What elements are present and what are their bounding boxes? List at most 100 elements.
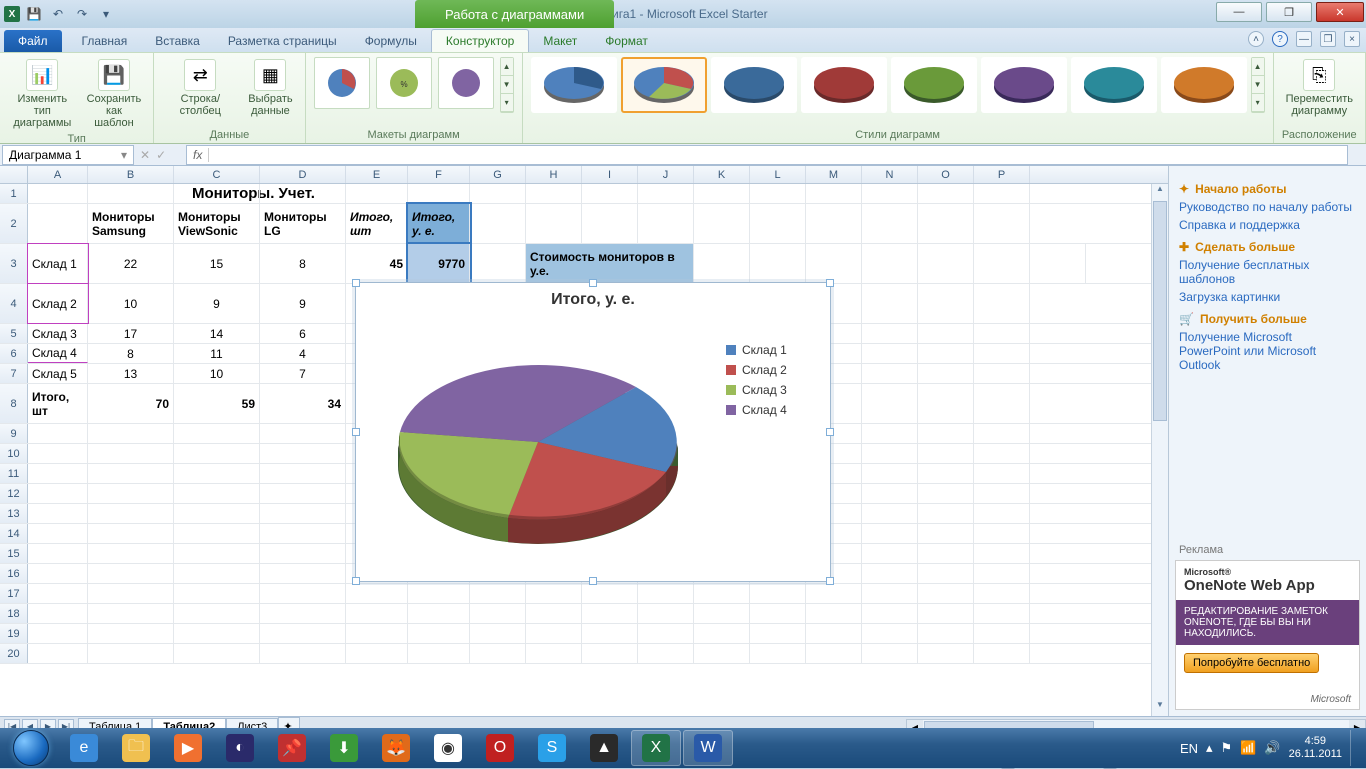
col-C[interactable]: C: [174, 166, 260, 183]
col-N[interactable]: N: [862, 166, 918, 183]
cell[interactable]: 70: [88, 384, 174, 423]
tab-format[interactable]: Формат: [591, 30, 662, 52]
taskbar-explorer[interactable]: 🗀: [111, 730, 161, 766]
taskbar-excel[interactable]: X: [631, 730, 681, 766]
cell[interactable]: 11: [174, 344, 260, 363]
cell[interactable]: 9770: [408, 244, 470, 283]
cell[interactable]: 8: [260, 244, 346, 283]
col-I[interactable]: I: [582, 166, 638, 183]
show-desktop-button[interactable]: [1350, 730, 1358, 766]
row-7[interactable]: 7: [0, 364, 28, 383]
workbook-restore-button[interactable]: ❐: [1320, 31, 1336, 47]
cell-cost-label[interactable]: Стоимость мониторов в у.е.: [526, 244, 694, 283]
tray-lang[interactable]: EN: [1180, 741, 1198, 756]
taskbar-word[interactable]: W: [683, 730, 733, 766]
tray-network-icon[interactable]: 📶: [1240, 740, 1256, 756]
col-E[interactable]: E: [346, 166, 408, 183]
layouts-scroll[interactable]: ▲▼▾: [500, 57, 514, 113]
tray-up-icon[interactable]: ▴: [1206, 740, 1213, 756]
chart-style-6[interactable]: [981, 57, 1067, 113]
cell[interactable]: Склад 3: [28, 324, 88, 343]
cell[interactable]: Склад 1: [28, 244, 88, 283]
tab-formulas[interactable]: Формулы: [351, 30, 431, 52]
help-button[interactable]: ?: [1272, 31, 1288, 47]
move-chart-button[interactable]: ⎘ Переместить диаграмму: [1282, 57, 1357, 119]
taskbar-opera[interactable]: O: [475, 730, 525, 766]
tab-layout[interactable]: Макет: [529, 30, 591, 52]
col-K[interactable]: K: [694, 166, 750, 183]
col-O[interactable]: O: [918, 166, 974, 183]
taskbar-app4[interactable]: ▲: [579, 730, 629, 766]
chart-style-8[interactable]: [1161, 57, 1247, 113]
row-13[interactable]: 13: [0, 504, 28, 523]
formula-input[interactable]: fx: [186, 145, 1348, 165]
column-headers[interactable]: A B C D E F G H I J K L M N O P: [0, 166, 1168, 184]
cell[interactable]: Итого, шт: [346, 204, 408, 243]
row-17[interactable]: 17: [0, 584, 28, 603]
row-16[interactable]: 16: [0, 564, 28, 583]
cell[interactable]: 15: [174, 244, 260, 283]
row-11[interactable]: 11: [0, 464, 28, 483]
tray-clock[interactable]: 4:5926.11.2011: [1289, 735, 1342, 761]
workbook-minimize-button[interactable]: —: [1296, 31, 1312, 47]
row-18[interactable]: 18: [0, 604, 28, 623]
cell[interactable]: 9: [174, 284, 260, 323]
col-M[interactable]: M: [806, 166, 862, 183]
chart-legend[interactable]: Склад 1 Склад 2 Склад 3 Склад 4: [720, 317, 830, 557]
ribbon-minimize-button[interactable]: ˄: [1248, 31, 1264, 47]
select-data-button[interactable]: ▦ Выбрать данные: [244, 57, 296, 119]
cell[interactable]: 22: [88, 244, 174, 283]
chart-object[interactable]: Итого, у. е.: [355, 282, 831, 582]
chart-style-2[interactable]: [621, 57, 707, 113]
cell[interactable]: 8: [88, 344, 174, 363]
row-4[interactable]: 4: [0, 284, 28, 323]
taskbar-skype[interactable]: S: [527, 730, 577, 766]
cell-title[interactable]: Мониторы. Учет.: [88, 184, 174, 203]
chart-title[interactable]: Итого, у. е.: [356, 283, 830, 317]
taskbar-app2[interactable]: 📌: [267, 730, 317, 766]
change-chart-type-button[interactable]: 📊 Изменить тип диаграммы: [8, 57, 77, 131]
cell[interactable]: 13: [88, 364, 174, 383]
row-15[interactable]: 15: [0, 544, 28, 563]
cell[interactable]: 45: [346, 244, 408, 283]
cell[interactable]: 9: [260, 284, 346, 323]
chart-style-5[interactable]: [891, 57, 977, 113]
window-close-button[interactable]: ✕: [1316, 2, 1364, 22]
select-all-corner[interactable]: [0, 166, 28, 183]
row-9[interactable]: 9: [0, 424, 28, 443]
cell[interactable]: Мониторы LG: [260, 204, 346, 243]
row-6[interactable]: 6: [0, 344, 28, 363]
cell[interactable]: Склад 4: [28, 344, 88, 363]
system-tray[interactable]: EN ▴ ⚑ 📶 🔊 4:5926.11.2011: [1172, 728, 1366, 768]
link-templates[interactable]: Получение бесплатных шаблонов: [1179, 258, 1356, 286]
col-D[interactable]: D: [260, 166, 346, 183]
cell[interactable]: 4: [260, 344, 346, 363]
qat-redo-icon[interactable]: ↷: [72, 4, 92, 24]
col-F[interactable]: F: [408, 166, 470, 183]
row-12[interactable]: 12: [0, 484, 28, 503]
cell[interactable]: Склад 2: [28, 284, 88, 323]
link-help[interactable]: Справка и поддержка: [1179, 218, 1356, 232]
start-button[interactable]: [4, 729, 58, 767]
row-1[interactable]: 1: [0, 184, 28, 203]
switch-row-column-button[interactable]: ⇄ Строка/столбец: [162, 57, 238, 119]
row-5[interactable]: 5: [0, 324, 28, 343]
col-L[interactable]: L: [750, 166, 806, 183]
row-19[interactable]: 19: [0, 624, 28, 643]
cell[interactable]: Итого, шт: [28, 384, 88, 423]
row-8[interactable]: 8: [0, 384, 28, 423]
qat-undo-icon[interactable]: ↶: [48, 4, 68, 24]
chart-layout-2[interactable]: %: [376, 57, 432, 109]
taskbar-ie[interactable]: e: [59, 730, 109, 766]
styles-scroll[interactable]: ▲▼▾: [1251, 57, 1265, 113]
tab-page-layout[interactable]: Разметка страницы: [214, 30, 351, 52]
worksheet[interactable]: A B C D E F G H I J K L M N O P 1 Монито…: [0, 166, 1168, 716]
row-14[interactable]: 14: [0, 524, 28, 543]
tab-insert[interactable]: Вставка: [141, 30, 214, 52]
cell[interactable]: 10: [88, 284, 174, 323]
chart-plot-area[interactable]: [356, 317, 720, 557]
cell[interactable]: 10: [174, 364, 260, 383]
chart-layout-3[interactable]: [438, 57, 494, 109]
row-20[interactable]: 20: [0, 644, 28, 663]
cell[interactable]: Итого, у. е.: [408, 204, 470, 243]
